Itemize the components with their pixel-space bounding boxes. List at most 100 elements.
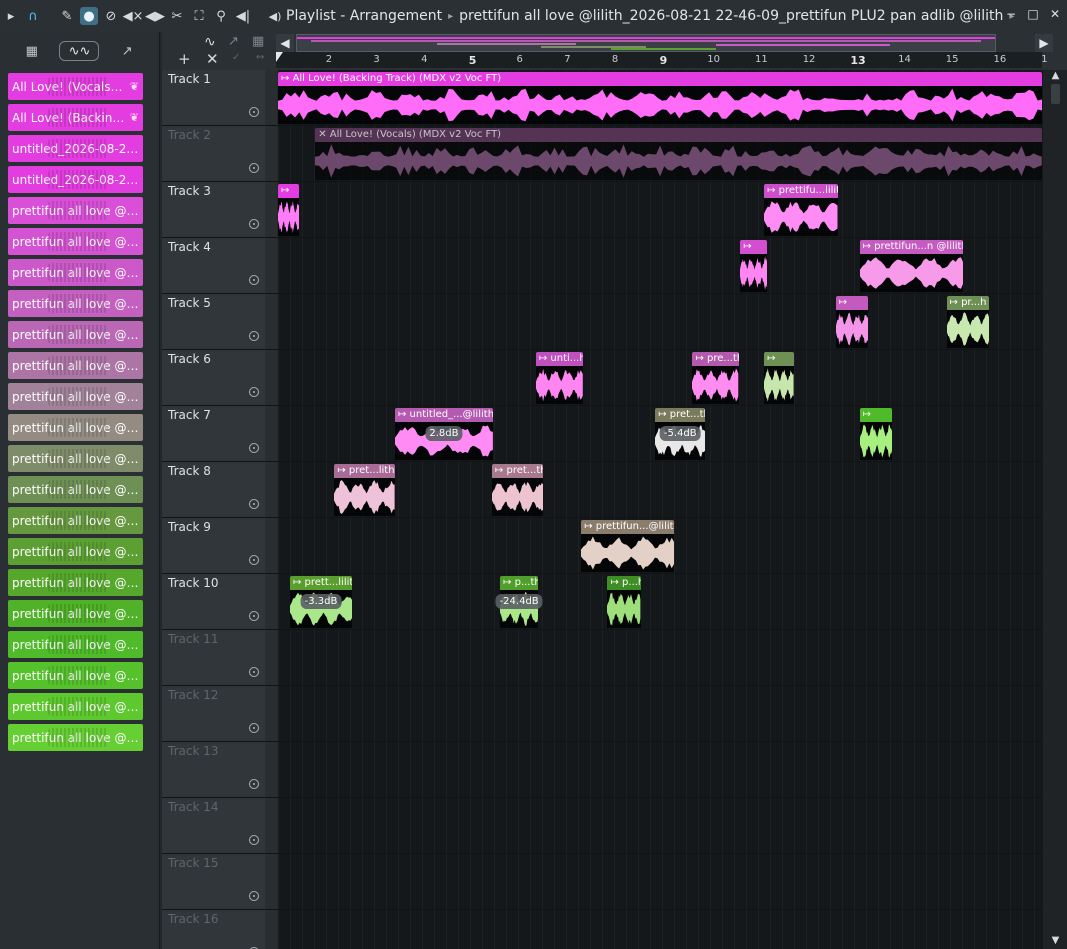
picker-clip-item[interactable]: prettifun all love @lilith_… xyxy=(8,352,143,379)
picker-clip-item[interactable]: prettifun all love @lilith_… xyxy=(8,445,143,472)
scroll-left-button[interactable]: ◀ xyxy=(276,34,294,52)
audio-clip[interactable]: ✕ All Love! (Vocals) (MDX v2 Voc FT) xyxy=(315,128,1042,180)
add-track-icon[interactable]: + xyxy=(178,50,191,68)
track-resize-strip[interactable] xyxy=(265,182,277,237)
scroll-thumb[interactable] xyxy=(1051,84,1060,104)
picker-clip-item[interactable]: untitled_2026-08-21 22-… xyxy=(8,135,143,162)
clip-header[interactable]: ↦ pret...th xyxy=(491,464,543,478)
picker-clip-item[interactable]: All Love! (Backing Tra…❦ xyxy=(8,104,143,131)
brush-icon[interactable]: ● xyxy=(80,7,98,25)
track-lane[interactable]: ↦ prettifun...@lilith xyxy=(278,518,1042,573)
track-header[interactable]: Track 3 xyxy=(162,182,277,237)
clip-header[interactable]: ↦ xyxy=(740,240,768,254)
picker-clip-item[interactable]: prettifun all love @lilith_… xyxy=(8,259,143,286)
minimize-button[interactable]: − xyxy=(1003,6,1019,22)
audio-clip[interactable]: ↦ untitled_...@lilith 2.8dB xyxy=(394,408,493,460)
track-header[interactable]: Track 2 xyxy=(162,126,277,181)
clip-header[interactable]: ↦ pr...h xyxy=(946,296,990,310)
audio-clip[interactable]: ↦ pret...th xyxy=(491,464,543,516)
audio-clip[interactable]: ↦ All Love! (Backing Track) (MDX v2 Voc … xyxy=(278,72,1042,124)
clip-menu-icon[interactable]: ↦ xyxy=(839,297,847,308)
track-mute-toggle[interactable] xyxy=(249,611,259,621)
speaker-icon[interactable]: ◀| xyxy=(234,7,252,25)
clip-header[interactable]: ↦ untitled_...@lilith xyxy=(394,408,493,422)
automation-icon[interactable]: ↗ xyxy=(228,34,239,49)
close-icon[interactable]: ✕ xyxy=(206,50,219,68)
track-lane[interactable]: ↦ All Love! (Backing Track) (MDX v2 Voc … xyxy=(278,70,1042,125)
track-header[interactable]: Track 4 xyxy=(162,238,277,293)
track-resize-strip[interactable] xyxy=(265,798,277,853)
piano-icon[interactable]: ▦ xyxy=(12,41,52,61)
picker-clip-item[interactable]: prettifun all love @lilith_… xyxy=(8,569,143,596)
picker-clip-item[interactable]: prettifun all love @lilith_… xyxy=(8,321,143,348)
mute-icon[interactable]: ◀× xyxy=(123,7,144,25)
clip-header[interactable]: ✕ All Love! (Vocals) (MDX v2 Voc FT) xyxy=(315,128,1042,142)
clip-header[interactable]: ↦ xyxy=(859,408,892,422)
clip-header[interactable]: ↦ All Love! (Backing Track) (MDX v2 Voc … xyxy=(278,72,1042,86)
disabled-icon[interactable]: ✕ xyxy=(318,129,330,140)
track-lane[interactable]: ↦ prett...lilith-3.3dB↦ p...th-24.4dB↦ p… xyxy=(278,574,1042,629)
track-resize-strip[interactable] xyxy=(265,910,277,949)
track-header[interactable]: Track 13 xyxy=(162,742,277,797)
track-mute-toggle[interactable] xyxy=(249,555,259,565)
timeline-ruler[interactable]: 2 3 4 5 6 7 8 9 10 11 12 13 14 15 16 1 xyxy=(276,52,1048,68)
audio-clip[interactable]: ↦ pr...h xyxy=(946,296,990,348)
track-header[interactable]: Track 12 xyxy=(162,686,277,741)
track-resize-strip[interactable] xyxy=(265,238,277,293)
track-header[interactable]: Track 14 xyxy=(162,798,277,853)
track-resize-strip[interactable] xyxy=(265,126,277,181)
clip-header[interactable]: ↦ pret...lith xyxy=(334,464,395,478)
scroll-down-icon[interactable]: ▼ xyxy=(1043,935,1067,949)
track-resize-strip[interactable] xyxy=(265,462,277,517)
clip-menu-icon[interactable]: ↦ xyxy=(767,185,779,196)
clip-menu-icon[interactable]: ↦ xyxy=(658,409,670,420)
clip-header[interactable]: ↦ pret...th xyxy=(655,408,706,422)
picker-clip-item[interactable]: prettifun all love @lilith_… xyxy=(8,662,143,689)
track-header[interactable]: Track 6 xyxy=(162,350,277,405)
audio-clip[interactable]: ↦ xyxy=(859,408,892,460)
picker-clip-item[interactable]: prettifun all love @lilith_… xyxy=(8,476,143,503)
magnet-icon[interactable]: ∩ xyxy=(24,7,42,25)
automation-icon[interactable]: ↗ xyxy=(107,41,147,61)
clip-header[interactable]: ↦ p...h xyxy=(607,576,641,590)
track-lane[interactable] xyxy=(278,742,1042,797)
clip-menu-icon[interactable]: ↦ xyxy=(293,577,305,588)
track-lane[interactable] xyxy=(278,630,1042,685)
track-header[interactable]: Track 1 xyxy=(162,70,277,125)
picker-clip-item[interactable]: All Love! (Vocals) (MD…❦ xyxy=(8,73,143,100)
track-lane[interactable] xyxy=(278,854,1042,909)
clip-header[interactable]: ↦ xyxy=(278,184,300,198)
clip-menu-icon[interactable]: ↦ xyxy=(743,241,751,252)
clip-menu-icon[interactable]: ↦ xyxy=(495,465,507,476)
back-arrow-icon[interactable]: ◀) xyxy=(266,7,284,25)
track-resize-strip[interactable] xyxy=(265,70,277,125)
clip-menu-icon[interactable]: ↦ xyxy=(584,521,596,532)
clip-header[interactable]: ↦ xyxy=(764,352,794,366)
audio-clip[interactable]: ↦ p...h xyxy=(607,576,641,628)
track-header[interactable]: Track 7 xyxy=(162,406,277,461)
scroll-right-button[interactable]: ▶ xyxy=(1035,34,1053,52)
track-mute-toggle[interactable] xyxy=(249,275,259,285)
track-resize-strip[interactable] xyxy=(265,742,277,797)
slip-icon[interactable]: ◀▶ xyxy=(145,7,165,25)
pencil-icon[interactable]: ✎ xyxy=(58,7,76,25)
track-mute-toggle[interactable] xyxy=(249,499,259,509)
track-mute-toggle[interactable] xyxy=(249,891,259,901)
track-lane[interactable]: ↦ pret...lith ↦ pret...th xyxy=(278,462,1042,517)
track-mute-toggle[interactable] xyxy=(249,387,259,397)
arrows-icon[interactable]: ↔ xyxy=(256,52,264,63)
clip-header[interactable]: ↦ prett...lilith xyxy=(289,576,352,590)
track-lane[interactable] xyxy=(278,910,1042,949)
audio-clip[interactable]: ↦ unti...h xyxy=(535,352,583,404)
track-header[interactable]: Track 9 xyxy=(162,518,277,573)
picker-clip-item[interactable]: prettifun all love @lilith_… xyxy=(8,693,143,720)
audio-wave-icon[interactable]: ∿ xyxy=(204,34,216,50)
clip-menu-icon[interactable]: ↦ xyxy=(863,409,871,420)
track-header[interactable]: Track 11 xyxy=(162,630,277,685)
track-lane[interactable]: ↦ ↦ prettifu...lilith xyxy=(278,182,1042,237)
track-header[interactable]: Track 8 xyxy=(162,462,277,517)
audio-clip[interactable]: ↦ xyxy=(740,240,768,292)
picker-clip-item[interactable]: prettifun all love @lilith_… xyxy=(8,507,143,534)
track-header[interactable]: Track 16 xyxy=(162,910,277,949)
slice-icon[interactable]: ✂ xyxy=(168,7,186,25)
